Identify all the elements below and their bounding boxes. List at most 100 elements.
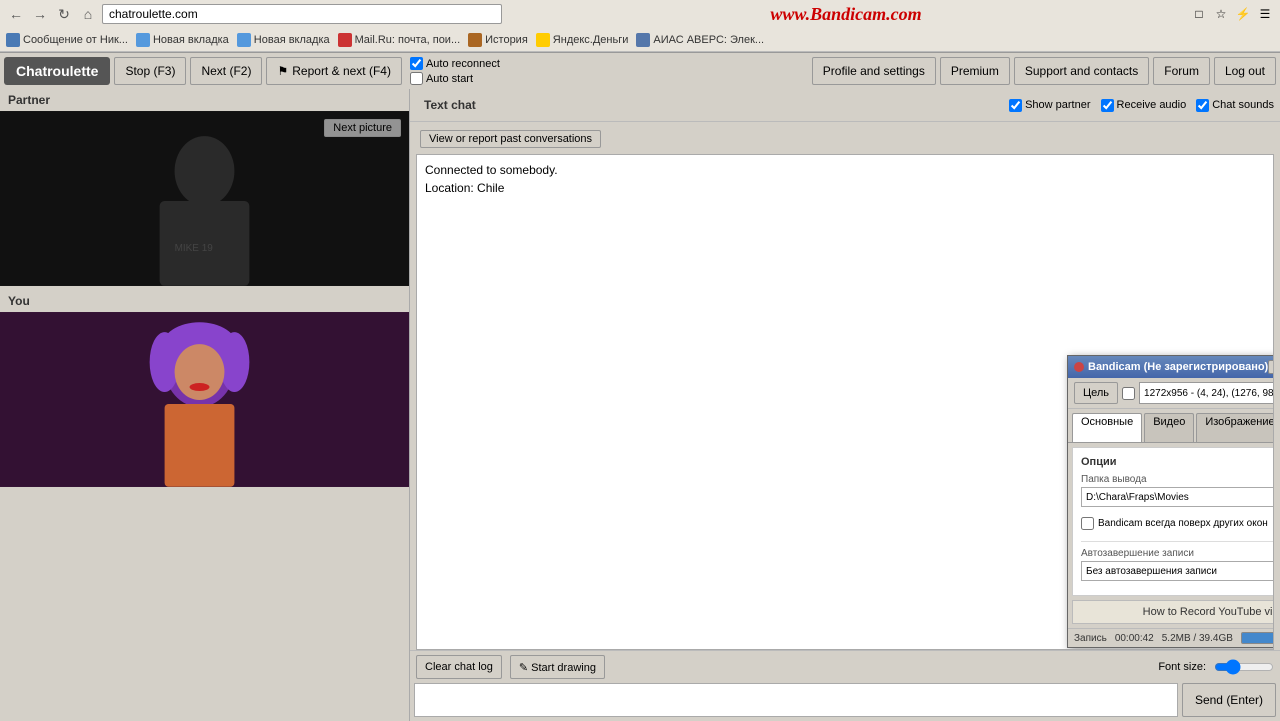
support-button[interactable]: Support and contacts [1014,57,1149,85]
progress-bar [1241,632,1274,644]
bandicam-toolbar: Цель 1272x956 - (4, 24), (1276, 980) [1068,378,1274,409]
profile-settings-button[interactable]: Profile and settings [812,57,936,85]
browser-icons: □ ☆ ⚡ ☰ [1190,5,1274,23]
clear-chat-button[interactable]: Clear chat log [416,655,502,679]
how-to-button[interactable]: How to Record YouTube videos [1072,600,1274,624]
auto-complete-input[interactable] [1081,561,1274,581]
font-size-slider[interactable] [1214,659,1274,675]
bandicam-tabs: Основные Видео Изображение О программе К… [1068,409,1274,443]
next-button[interactable]: Next (F2) [190,57,262,85]
refresh-button[interactable]: ↻ [54,4,74,24]
chat-section: Text chat Show partner Receive audio Cha… [410,89,1280,721]
browser-chrome: ← → ↻ ⌂ www.Bandicam.com □ ☆ ⚡ ☰ Сообщен… [0,0,1280,53]
home-button[interactable]: ⌂ [78,4,98,24]
chat-messages: Connected to somebody. Location: Chile [417,155,1273,207]
always-on-top-checkbox[interactable] [1081,517,1094,530]
address-bar[interactable] [102,4,502,24]
bandicam-watermark: www.Bandicam.com [506,4,1186,25]
next-picture-button[interactable]: Next picture [324,119,401,137]
report-icon: ⚑ [277,64,288,78]
start-drawing-button[interactable]: ✎ Start drawing [510,655,605,679]
receive-audio-check[interactable]: Receive audio [1101,99,1187,112]
auto-complete-label: Автозавершение записи [1081,548,1274,559]
star-icon[interactable]: ☆ [1212,5,1230,23]
auto-reconnect-checkbox[interactable] [410,57,423,70]
partner-video-feed: MIKE 19 [0,111,409,286]
always-on-top-label: Bandicam всегда поверх других окон [1098,518,1268,529]
auto-reconnect-label[interactable]: Auto reconnect [410,57,500,70]
chat-sounds-check[interactable]: Chat sounds [1196,99,1274,112]
chat-header: Text chat [416,92,484,118]
output-path-input[interactable] [1081,487,1274,507]
auto-start-label[interactable]: Auto start [410,72,500,85]
send-button[interactable]: Send (Enter) [1182,683,1276,717]
bookmark-7[interactable]: АИАС АВЕРС: Элек... [636,33,764,47]
bookmark-icon-7 [636,33,650,47]
bookmark-6[interactable]: Яндекс.Деньги [536,33,629,47]
auto-complete-section: Автозавершение записи Настройки [1081,541,1274,581]
record-size: 5.2MB / 39.4GB [1162,633,1233,644]
chat-message-2: Location: Chile [425,181,1265,195]
bookmarks-bar: Сообщение от Ник... Новая вкладка Новая … [0,28,1280,52]
target-button[interactable]: Цель [1074,382,1118,404]
stop-button[interactable]: Stop (F3) [114,57,186,85]
bookmark-icon-2 [136,33,150,47]
bookmark-icon-4 [338,33,352,47]
chat-area: Connected to somebody. Location: Chile B… [416,154,1274,650]
auto-options: Auto reconnect Auto start [410,57,500,85]
tab-video[interactable]: Видео [1144,413,1194,442]
main-layout: Partner MIKE 19 Next picture You [0,89,1280,721]
you-video [0,312,409,487]
record-timer: 00:00:42 [1115,633,1154,644]
bookmark-1[interactable]: Сообщение от Ник... [6,33,128,47]
bandicam-close-dot [1074,362,1084,372]
partner-video: MIKE 19 Next picture [0,111,409,286]
font-size-label: Font size: [1158,661,1206,673]
minimize-button[interactable]: – [1268,360,1274,374]
bookmark-icon-1 [6,33,20,47]
bookmark-icon-6 [536,33,550,47]
bookmark-icon-3 [237,33,251,47]
bandicam-window: Bandicam (Не зарегистрировано) – □ ✕ Цел… [1067,355,1274,648]
extensions-icon[interactable]: ⚡ [1234,5,1252,23]
svg-text:MIKE 19: MIKE 19 [175,243,214,254]
options-label: Опции [1081,456,1274,468]
bandicam-titlebar: Bandicam (Не зарегистрировано) – □ ✕ [1068,356,1274,378]
bookmark-5[interactable]: История [468,33,528,47]
you-label: You [0,290,409,312]
you-video-feed [0,312,409,487]
bandicam-title: Bandicam (Не зарегистрировано) [1088,361,1268,373]
premium-button[interactable]: Premium [940,57,1010,85]
forum-button[interactable]: Forum [1153,57,1210,85]
chat-input[interactable] [414,683,1178,717]
titlebar-buttons: – □ ✕ [1268,360,1274,374]
menu-icon[interactable]: ☰ [1256,5,1274,23]
resolution-display: 1272x956 - (4, 24), (1276, 980) [1139,382,1274,404]
tab-image[interactable]: Изображение [1196,413,1274,442]
input-row: Send (Enter) [414,683,1276,717]
auto-complete-row: Настройки [1081,561,1274,581]
bookmark-icon-5 [468,33,482,47]
logout-button[interactable]: Log out [1214,57,1276,85]
forward-button[interactable]: → [30,4,50,24]
output-folder-label: Папка вывода [1081,474,1274,485]
res-checkbox[interactable] [1122,387,1135,400]
new-window-icon[interactable]: □ [1190,5,1208,23]
always-on-top-row: Bandicam всегда поверх других окон Расши… [1081,513,1274,533]
record-status-label: Запись [1074,633,1107,644]
view-report-button[interactable]: View or report past conversations [420,130,601,148]
auto-start-checkbox[interactable] [410,72,423,85]
partner-section: Partner MIKE 19 Next picture You [0,89,410,721]
output-path-row: ... Открыть [1081,487,1274,507]
bookmark-3[interactable]: Новая вкладка [237,33,330,47]
back-button[interactable]: ← [6,4,26,24]
show-partner-check[interactable]: Show partner [1009,99,1090,112]
progress-fill [1242,633,1274,643]
bandicam-content: Опции Папка вывода ... Открыть Bandicam … [1072,447,1274,596]
chat-message-1: Connected to somebody. [425,163,1265,177]
browser-toolbar: ← → ↻ ⌂ www.Bandicam.com □ ☆ ⚡ ☰ [0,0,1280,28]
report-next-button[interactable]: ⚑ Report & next (F4) [266,57,401,85]
tab-basic[interactable]: Основные [1072,413,1142,442]
bookmark-2[interactable]: Новая вкладка [136,33,229,47]
bookmark-4[interactable]: Mail.Ru: почта, пои... [338,33,461,47]
